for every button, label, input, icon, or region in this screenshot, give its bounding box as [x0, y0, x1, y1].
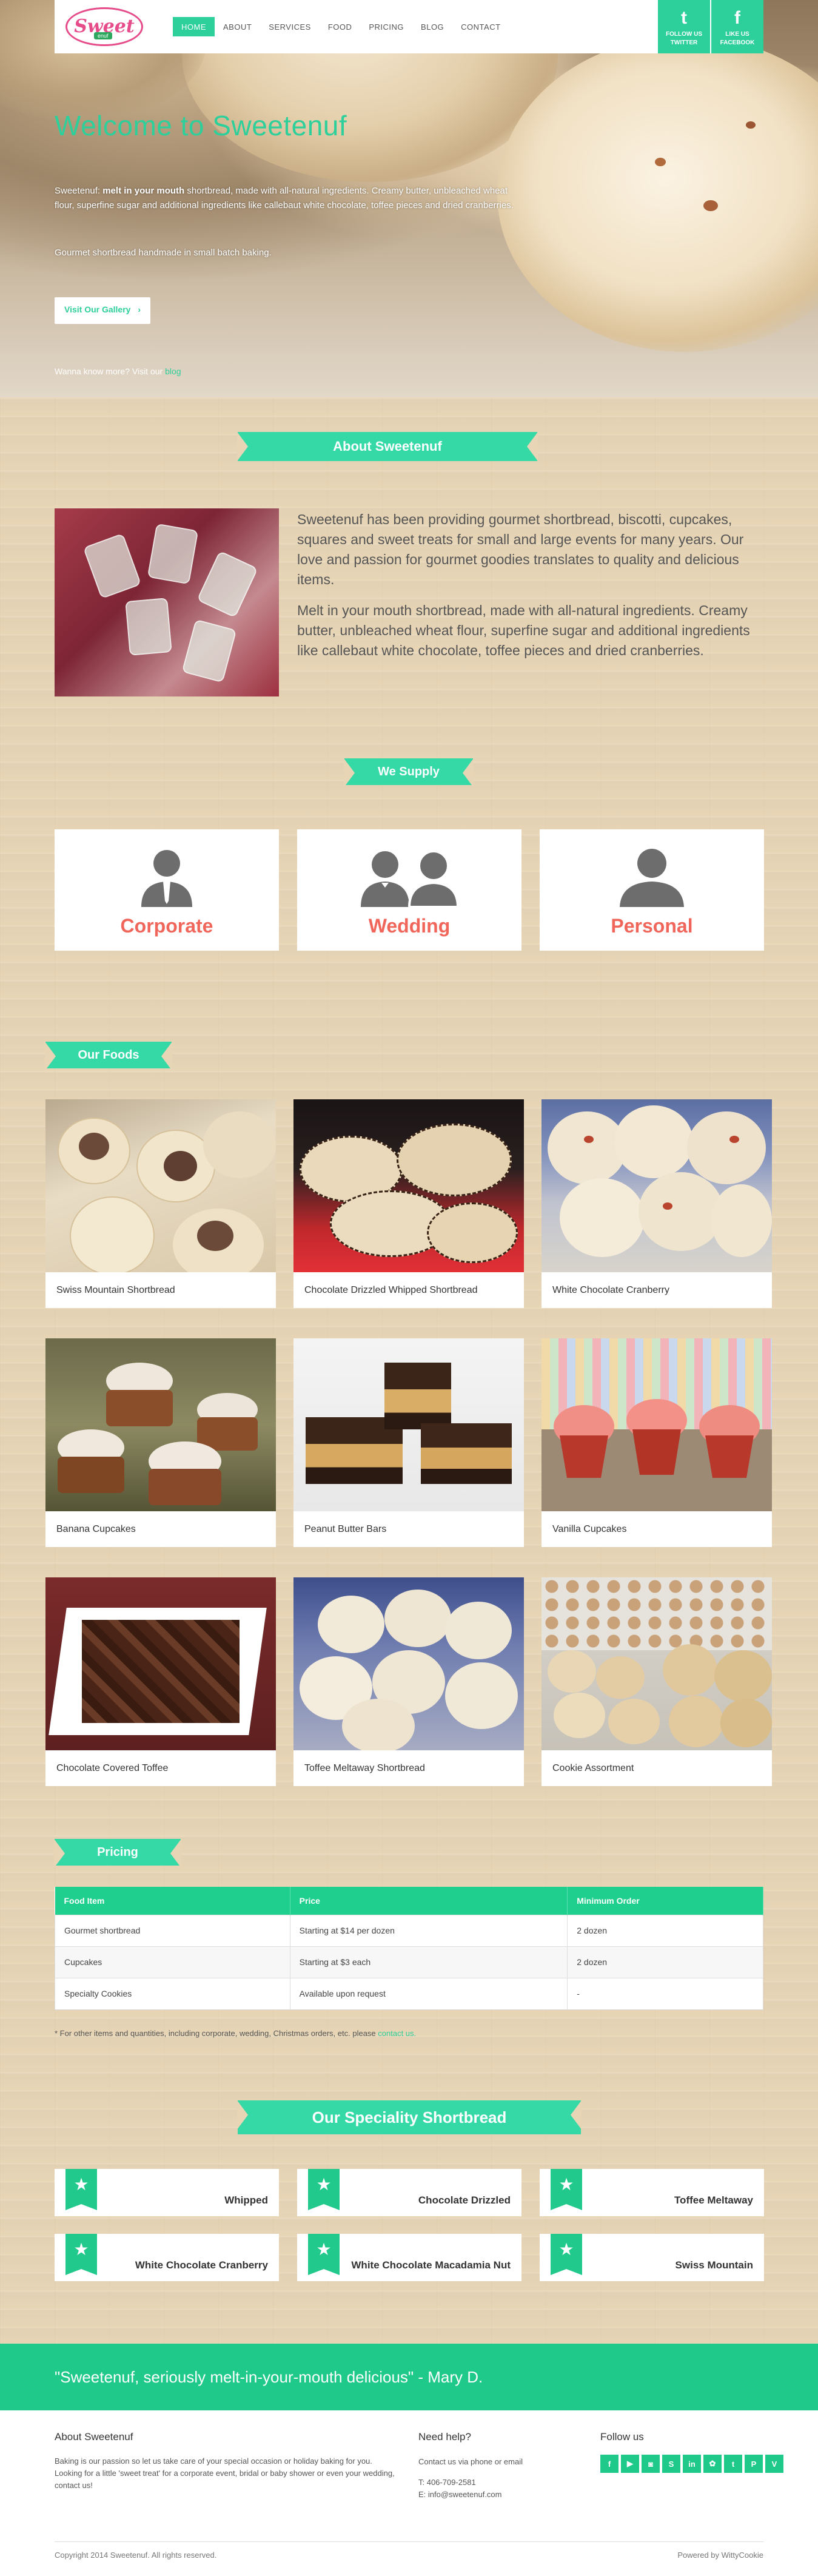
food-card[interactable]: Chocolate Drizzled Whipped Shortbread — [293, 1099, 524, 1308]
nav-services[interactable]: SERVICES — [260, 17, 320, 36]
twitter-button[interactable]: t FOLLOW US TWITTER — [658, 0, 710, 53]
hero-more: Wanna know more? Visit our blog — [55, 366, 181, 376]
footer-follow-heading: Follow us — [600, 2431, 644, 2443]
nav-blog[interactable]: BLOG — [412, 17, 452, 36]
nav-food[interactable]: FOOD — [320, 17, 361, 36]
star-bookmark-icon: ★ — [308, 2234, 340, 2275]
food-card[interactable]: Banana Cupcakes — [45, 1338, 276, 1547]
vimeo-icon[interactable]: V — [765, 2455, 783, 2473]
food-card[interactable]: White Chocolate Cranberry — [541, 1099, 772, 1308]
footer-social-icons: f ▶ ◙ S in ✿ t P V — [600, 2455, 783, 2473]
powered-by[interactable]: Powered by WittyCookie — [677, 2551, 763, 2560]
food-image — [541, 1577, 772, 1750]
nav-home[interactable]: HOME — [173, 17, 215, 36]
rss-icon[interactable]: ◙ — [642, 2455, 660, 2473]
food-image — [45, 1577, 276, 1750]
food-card[interactable]: Chocolate Covered Toffee — [45, 1577, 276, 1786]
star-bookmark-icon: ★ — [308, 2169, 340, 2210]
businessman-icon — [141, 850, 192, 907]
hero-title: Welcome to Sweetenuf — [55, 110, 347, 141]
star-bookmark-icon: ★ — [65, 2169, 97, 2210]
about-text: Sweetenuf has been providing gourmet sho… — [297, 511, 750, 658]
nav-pricing[interactable]: PRICING — [360, 17, 412, 36]
chevron-right-icon: › — [138, 305, 141, 314]
header-bar: Sweet enuf HOME ABOUT SERVICES FOOD PRIC… — [55, 0, 763, 53]
food-image — [293, 1577, 524, 1750]
footer-divider — [55, 2541, 763, 2542]
blog-link[interactable]: blog — [165, 366, 181, 376]
footer-help-heading: Need help? — [418, 2431, 471, 2443]
food-card[interactable]: Cookie Assortment — [541, 1577, 772, 1786]
main-nav: HOME ABOUT SERVICES FOOD PRICING BLOG CO… — [173, 17, 509, 36]
table-row: Cupcakes Starting at $3 each 2 dozen — [55, 1946, 763, 1978]
foods-heading: Our Foods — [45, 1042, 172, 1071]
nav-about[interactable]: ABOUT — [215, 17, 260, 36]
youtube-icon[interactable]: ▶ — [621, 2455, 639, 2473]
testimonial-banner: "Sweetenuf, seriously melt-in-your-mouth… — [0, 2344, 818, 2410]
footer-phone[interactable]: T: 406-709-2581 — [418, 2476, 476, 2489]
supply-corporate[interactable]: Corporate — [55, 829, 279, 951]
contact-link[interactable]: contact us. — [378, 2029, 416, 2038]
supply-wedding[interactable]: Wedding — [297, 829, 521, 951]
speciality-item[interactable]: ★ Whipped — [55, 2169, 279, 2216]
star-bookmark-icon: ★ — [551, 2234, 582, 2275]
pricing-heading: Pricing — [54, 1839, 181, 1868]
person-icon — [620, 849, 684, 907]
pinterest-icon[interactable]: P — [745, 2455, 763, 2473]
speciality-item[interactable]: ★ White Chocolate Macadamia Nut — [297, 2234, 521, 2281]
twitter-icon: t — [681, 8, 687, 28]
facebook-icon[interactable]: f — [600, 2455, 619, 2473]
footer-help-text: Contact us via phone or email — [418, 2457, 523, 2466]
hero-tagline: Gourmet shortbread handmade in small bat… — [55, 248, 272, 258]
copyright: Copyright 2014 Sweetenuf. All rights res… — [55, 2551, 217, 2560]
food-image — [541, 1099, 772, 1272]
food-card[interactable]: Toffee Meltaway Shortbread — [293, 1577, 524, 1786]
food-image — [45, 1338, 276, 1511]
food-image — [541, 1338, 772, 1511]
table-row: Gourmet shortbread Starting at $14 per d… — [55, 1914, 763, 1947]
logo[interactable]: Sweet enuf — [65, 7, 143, 46]
table-header-row: Food Item Price Minimum Order — [55, 1887, 763, 1915]
footer-email[interactable]: E: info@sweetenuf.com — [418, 2488, 501, 2501]
pricing-note: * For other items and quantities, includ… — [55, 2029, 417, 2038]
about-image — [55, 508, 279, 696]
linkedin-icon[interactable]: in — [683, 2455, 701, 2473]
speciality-item[interactable]: ★ Chocolate Drizzled — [297, 2169, 521, 2216]
pricing-table: Food Item Price Minimum Order Gourmet sh… — [55, 1887, 763, 2010]
flickr-icon[interactable]: ✿ — [703, 2455, 722, 2473]
speciality-heading: Our Speciality Shortbread — [237, 2100, 582, 2134]
speciality-item[interactable]: ★ Toffee Meltaway — [540, 2169, 764, 2216]
food-card[interactable]: Vanilla Cupcakes — [541, 1338, 772, 1547]
speciality-item[interactable]: ★ Swiss Mountain — [540, 2234, 764, 2281]
hero-section: Welcome to Sweetenuf Sweetenuf: melt in … — [0, 0, 818, 397]
footer-about-heading: About Sweetenuf — [55, 2431, 133, 2443]
food-card[interactable]: Peanut Butter Bars — [293, 1338, 524, 1547]
food-card[interactable]: Swiss Mountain Shortbread — [45, 1099, 276, 1308]
nav-contact[interactable]: CONTACT — [452, 17, 509, 36]
food-image — [293, 1099, 524, 1272]
header-social: t FOLLOW US TWITTER f LIKE US FACEBOOK — [657, 0, 763, 53]
visit-gallery-button[interactable]: Visit Our Gallery › — [55, 297, 151, 324]
supply-personal[interactable]: Personal — [540, 829, 764, 951]
star-bookmark-icon: ★ — [551, 2169, 582, 2210]
food-image — [293, 1338, 524, 1511]
star-bookmark-icon: ★ — [65, 2234, 97, 2275]
table-row: Specialty Cookies Available upon request… — [55, 1977, 763, 2010]
facebook-button[interactable]: f LIKE US FACEBOOK — [711, 0, 763, 53]
about-heading: About Sweetenuf — [237, 432, 538, 461]
supply-heading: We Supply — [344, 758, 474, 787]
speciality-item[interactable]: ★ White Chocolate Cranberry — [55, 2234, 279, 2281]
footer: About Sweetenuf Baking is our passion so… — [0, 2410, 818, 2576]
skype-icon[interactable]: S — [662, 2455, 680, 2473]
couple-icon — [361, 850, 460, 907]
hero-intro: Sweetenuf: melt in your mouth shortbread… — [55, 186, 514, 211]
facebook-icon: f — [734, 8, 740, 28]
food-image — [45, 1099, 276, 1272]
footer-about-text: Baking is our passion so let us take car… — [55, 2456, 395, 2490]
twitter-icon[interactable]: t — [724, 2455, 742, 2473]
